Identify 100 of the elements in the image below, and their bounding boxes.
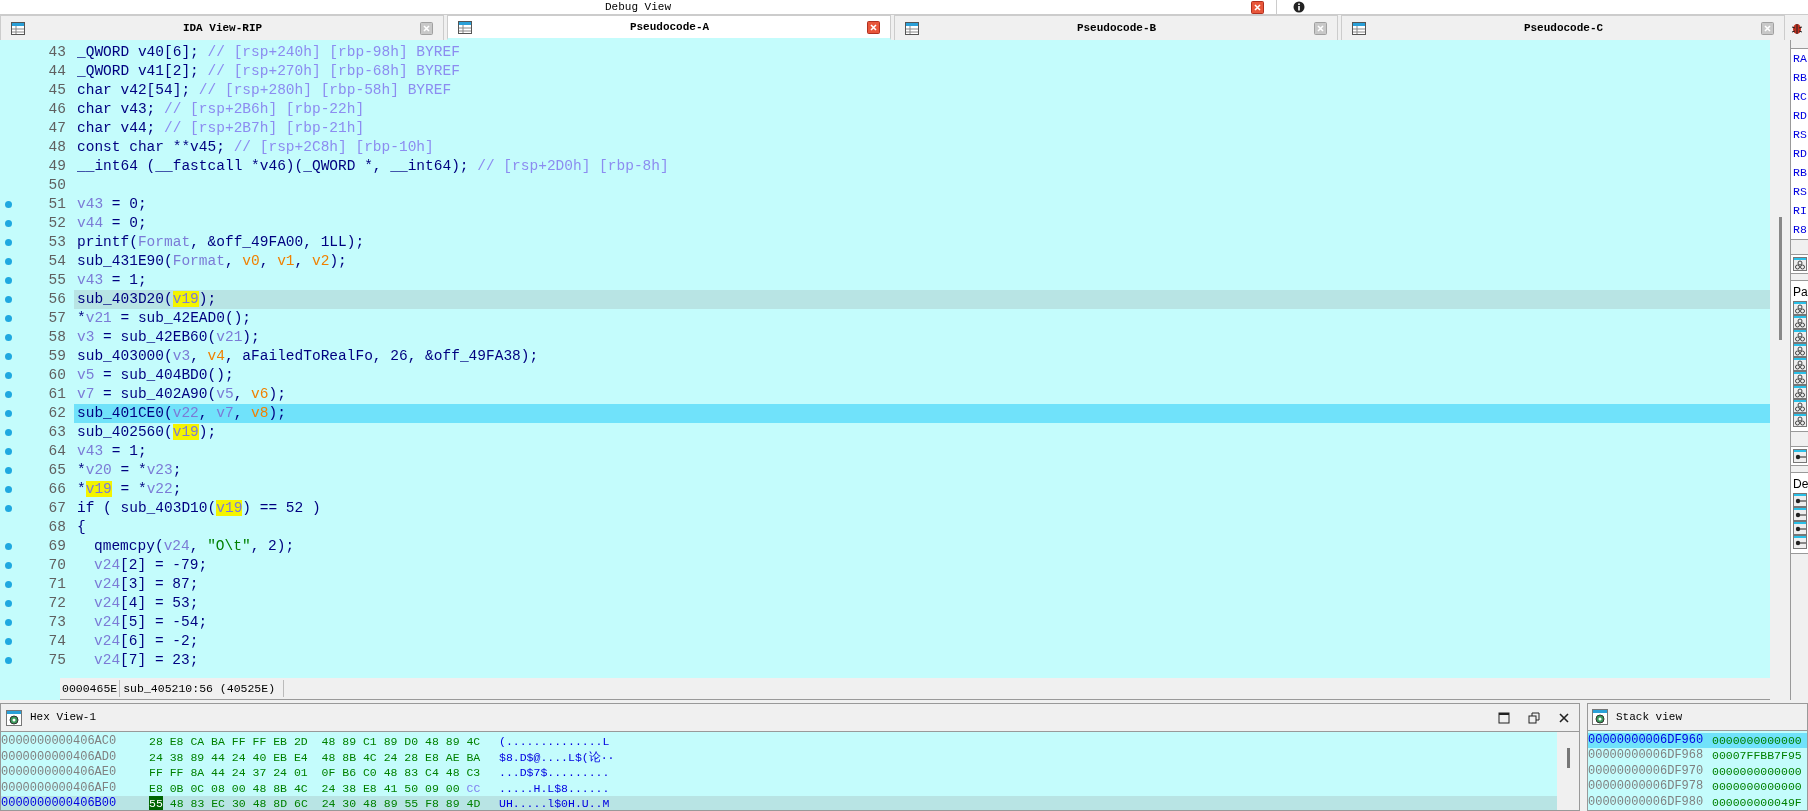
register-name[interactable]: RS <box>1793 182 1807 201</box>
dot-list-icon[interactable] <box>1793 507 1807 521</box>
line-number: 48 <box>47 137 67 157</box>
code-line: { <box>77 519 86 535</box>
close-icon[interactable] <box>867 20 880 34</box>
dot-list-icon[interactable] <box>1793 449 1807 463</box>
register-name[interactable]: RB <box>1793 68 1807 87</box>
stack-address: 00000000006DF968 <box>1588 748 1705 764</box>
cluster-icon[interactable] <box>1793 357 1807 371</box>
cluster-icon[interactable] <box>1793 257 1807 271</box>
line-number: 58 <box>47 327 67 347</box>
line-number: 43 <box>47 42 67 62</box>
register-name[interactable]: R8 <box>1793 220 1807 239</box>
code-line: const char **v45; // [rsp+2C8h] [rbp-10h] <box>77 139 434 155</box>
tab[interactable]: Pseudocode-B <box>894 15 1338 40</box>
line-number: 53 <box>47 232 67 252</box>
line-number: 65 <box>47 460 67 480</box>
table-icon <box>458 20 472 34</box>
code-line: if ( sub_403D10(v19) == 52 ) <box>77 500 321 516</box>
stack-value: 00007FFBB7F95 <box>1712 748 1802 764</box>
code-line: _QWORD v41[2]; // [rsp+270h] [rbp-68h] BYREF <box>77 63 460 79</box>
line-number: 45 <box>47 80 67 100</box>
hex-address: 0000000000406AF0 <box>1 780 118 796</box>
cluster-icon[interactable] <box>1793 343 1807 357</box>
hex-bytes: 55 <box>149 796 163 810</box>
hex-address: 0000000000406B00 <box>1 796 118 810</box>
close-icon[interactable] <box>1558 711 1570 724</box>
stack-value: 0000000000000 <box>1712 763 1802 779</box>
line-number: 55 <box>47 270 67 290</box>
restore-icon[interactable] <box>1528 711 1540 724</box>
code-line: char v44; // [rsp+2B7h] [rbp-21h] <box>77 120 365 136</box>
code-line: qmemcpy(v24, "O\t", 2); <box>94 538 295 554</box>
hex-address: 0000000000406AE0 <box>1 765 118 781</box>
cluster-icon[interactable] <box>1793 413 1807 427</box>
stack-value: 000000000049F <box>1712 794 1802 810</box>
dot-list-icon[interactable] <box>1793 535 1807 549</box>
cluster-icon[interactable] <box>1793 315 1807 329</box>
stack-value: 0000000000000 <box>1712 779 1802 795</box>
cluster-icon[interactable] <box>1793 301 1807 315</box>
tab[interactable]: Pseudocode-A <box>447 15 891 40</box>
cluster-icon[interactable] <box>1793 329 1807 343</box>
code-line: v24[7] = 23; <box>94 652 199 668</box>
hex-ascii: $8.D$@....L$(论·· <box>499 749 615 765</box>
register-name[interactable]: RS <box>1793 125 1807 144</box>
dot-list-icon[interactable] <box>1793 493 1807 507</box>
code-line: sub_403000(v3, v4, aFailedToRealFo, 26, &off_49FA38); <box>77 348 539 364</box>
info-icon[interactable] <box>1293 1 1305 13</box>
line-number: 61 <box>47 384 67 404</box>
line-number: 75 <box>47 650 67 670</box>
code-line: printf(Format, &off_49FA00, 1LL); <box>77 234 365 250</box>
code-line: v43 = 1; <box>77 443 147 459</box>
hex-bytes: FF FF 8A 44 24 37 24 01 0F B6 C0 48 83 C4 48 C3 <box>149 765 481 781</box>
line-number: 59 <box>47 346 67 366</box>
table-icon <box>11 21 25 35</box>
line-number: 66 <box>47 479 67 499</box>
register-name[interactable]: RC <box>1793 87 1807 106</box>
hex-ascii: UH.....l$0H.U..M <box>499 796 610 810</box>
status-location: sub_405210:56 (40525E) <box>120 679 285 698</box>
tab[interactable]: IDA View-RIP <box>0 15 444 40</box>
code-line: v24[5] = -54; <box>94 614 208 630</box>
scrollbar-thumb[interactable] <box>1566 748 1570 768</box>
line-number: 60 <box>47 365 67 385</box>
hex-bytes: E8 0B 0C 08 00 48 8B 4C 24 38 E8 41 50 09 00 <box>149 780 460 796</box>
register-name[interactable]: RB <box>1793 163 1807 182</box>
code-line: v24[4] = 53; <box>94 595 199 611</box>
register-name[interactable]: RI <box>1793 201 1807 220</box>
register-name[interactable]: RA <box>1793 49 1807 68</box>
line-number: 44 <box>47 61 67 81</box>
line-number: 71 <box>47 574 67 594</box>
panel-title: Debug View <box>605 0 671 14</box>
hex-address: 0000000000406AC0 <box>1 734 118 750</box>
register-name[interactable]: RD <box>1793 144 1807 163</box>
maximize-icon[interactable] <box>1498 711 1510 724</box>
line-number: 74 <box>47 631 67 651</box>
status-address: 0000465E <box>60 679 121 698</box>
hex-address: 0000000000406AD0 <box>1 749 118 765</box>
tab[interactable]: Pseudocode-C <box>1341 15 1785 40</box>
register-name[interactable]: RD <box>1793 106 1807 125</box>
side-panel-label: De <box>1793 476 1808 493</box>
line-number: 47 <box>47 118 67 138</box>
line-number: 68 <box>47 517 67 537</box>
hex-bytes: 48 83 EC 30 48 8D 6C 24 30 48 89 55 F8 89 4D <box>169 796 481 810</box>
code-line: char v42[54]; // [rsp+280h] [rbp-58h] BYREF <box>77 82 452 98</box>
line-number: 69 <box>47 536 67 556</box>
line-number: 73 <box>47 612 67 632</box>
hex-bytes: 28 E8 CA BA FF FF EB 2D 48 89 C1 89 D0 48 89 4C <box>149 734 481 750</box>
stack-address: 00000000006DF980 <box>1588 794 1705 810</box>
code-line: *v19 = *v22; <box>77 481 182 497</box>
cluster-icon[interactable] <box>1793 385 1807 399</box>
line-number: 72 <box>47 593 67 613</box>
close-icon[interactable] <box>1251 1 1264 14</box>
cluster-icon[interactable] <box>1793 371 1807 385</box>
scrollbar-thumb[interactable] <box>1778 217 1782 340</box>
dot-list-icon[interactable] <box>1793 521 1807 535</box>
code-line: v43 = 0; <box>77 196 147 212</box>
cluster-icon[interactable] <box>1793 399 1807 413</box>
code-line: v24[3] = 87; <box>94 576 199 592</box>
panel-title: Stack view <box>1616 709 1682 725</box>
code-line: char v43; // [rsp+2B6h] [rbp-22h] <box>77 101 365 117</box>
code-line: v24[2] = -79; <box>94 557 208 573</box>
